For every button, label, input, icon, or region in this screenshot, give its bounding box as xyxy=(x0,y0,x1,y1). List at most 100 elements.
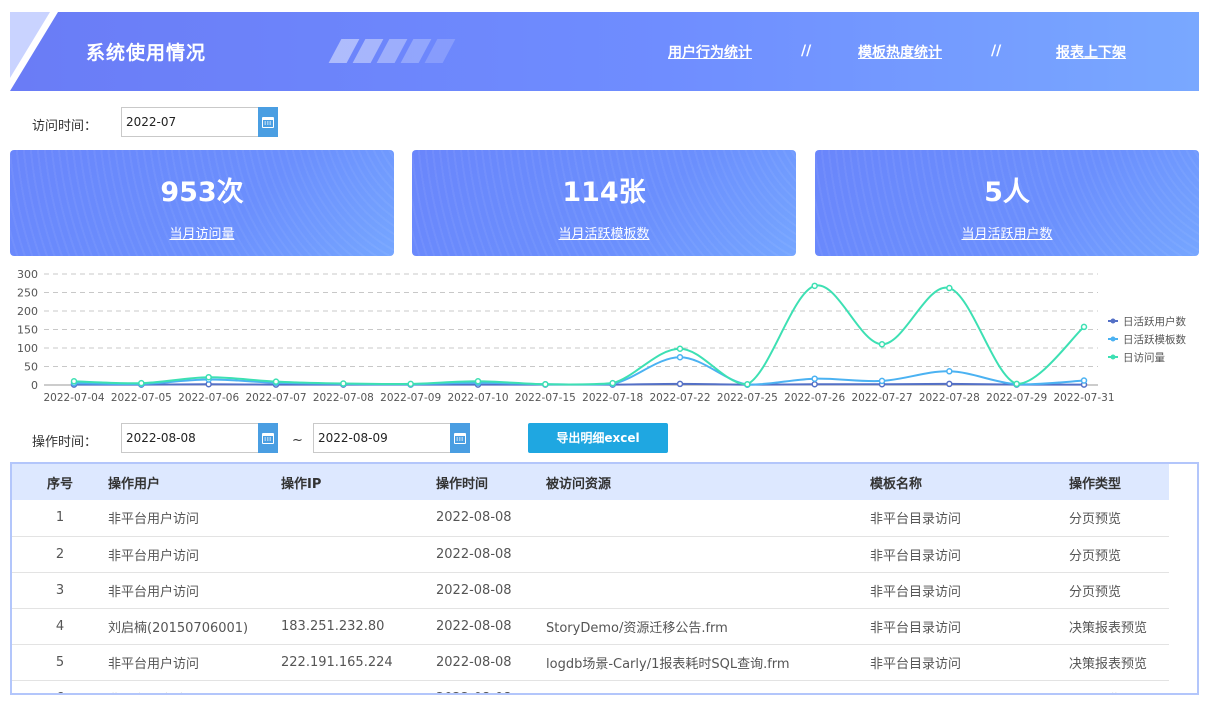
header-banner: 系统使用情况 用户行为统计 // 模板热度统计 // 报表上下架 xyxy=(10,12,1199,91)
detail-table: 序号 操作用户 操作IP 操作时间 被访问资源 模板名称 操作类型 1 非平台用户… xyxy=(12,464,1171,693)
cell-user: 非平台用户访问 xyxy=(108,680,281,693)
x-tick-label: 2022-07-26 xyxy=(784,392,845,404)
cell-template: 非平台目录访问 xyxy=(870,572,1069,609)
col-header-ip[interactable]: 操作IP xyxy=(281,464,436,500)
legend-marker xyxy=(1110,318,1116,324)
x-tick-label: 2022-07-08 xyxy=(313,392,374,404)
col-header-resource[interactable]: 被访问资源 xyxy=(546,464,870,500)
data-point xyxy=(70,378,78,385)
cell-index: 4 xyxy=(12,608,108,645)
x-tick-label: 2022-07-07 xyxy=(245,392,306,404)
legend-marker xyxy=(1110,336,1116,342)
col-header-op-type[interactable]: 操作类型 xyxy=(1069,464,1171,500)
cell-ip xyxy=(281,572,436,609)
legend-marker xyxy=(1110,354,1116,360)
start-calendar-button[interactable] xyxy=(258,423,278,453)
table-header-row: 序号 操作用户 操作IP 操作时间 被访问资源 模板名称 操作类型 xyxy=(12,464,1171,500)
cell-index: 3 xyxy=(12,572,108,609)
op-time-label: 操作时间： xyxy=(32,435,98,450)
banner-stripes-decoration xyxy=(325,39,485,63)
cell-ip xyxy=(281,680,436,693)
end-calendar-button[interactable] xyxy=(450,423,470,453)
col-header-index[interactable]: 序号 xyxy=(12,464,108,500)
nav-report-shelf[interactable]: 报表上下架 xyxy=(1056,42,1126,62)
stat-caption-link[interactable]: 当月活跃模板数 xyxy=(412,223,796,242)
table-row[interactable]: 6非平台用户访问 2022-08-08 非平台目录访问分页预览 xyxy=(12,680,1171,693)
y-tick-label: 200 xyxy=(17,305,38,318)
data-point xyxy=(609,379,616,387)
x-tick-label: 2022-07-28 xyxy=(919,392,980,404)
x-tick-label: 2022-07-31 xyxy=(1053,392,1114,404)
cell-time: 2022-08-08 xyxy=(436,608,546,645)
col-header-template[interactable]: 模板名称 xyxy=(870,464,1069,500)
series-line xyxy=(73,284,1085,386)
cell-ip: 183.251.232.80 xyxy=(281,608,436,645)
data-point xyxy=(407,380,414,388)
cell-ip xyxy=(281,500,436,537)
legend-label: 日访问量 xyxy=(1123,351,1165,364)
cell-user: 非平台用户访问 xyxy=(108,536,281,573)
data-point xyxy=(811,282,818,290)
op-end-date-input[interactable]: 2022-08-09 xyxy=(313,423,451,453)
series-line xyxy=(73,356,1085,386)
table-row[interactable]: 5 非平台用户访问 222.191.165.224 2022-08-08 logdb场景… xyxy=(12,644,1171,681)
table-row[interactable]: 3 非平台用户访问 2022-08-08 非平台目录访问 分页预览 xyxy=(12,572,1171,609)
stat-card-templates: 114张 当月活跃模板数 xyxy=(412,150,796,256)
banner-corner-accent xyxy=(10,12,50,78)
cell-op-type: 决策报表预览 xyxy=(1069,644,1171,681)
data-point xyxy=(340,380,347,387)
stat-caption-link[interactable]: 当月访问量 xyxy=(10,223,394,242)
nav-user-behavior[interactable]: 用户行为统计 xyxy=(668,42,752,62)
cell-template: 非平台目录访问 xyxy=(870,680,1069,693)
table-row[interactable]: 1 非平台用户访问 2022-08-08 非平台目录访问 分页预览 xyxy=(12,500,1171,537)
data-point xyxy=(676,380,684,388)
nav-template-heat[interactable]: 模板热度统计 xyxy=(858,42,942,62)
data-point xyxy=(811,375,818,382)
calendar-icon xyxy=(262,116,274,128)
stat-value: 953次 xyxy=(160,177,244,208)
data-point xyxy=(811,381,818,388)
data-point xyxy=(1080,323,1088,331)
page-title: 系统使用情况 xyxy=(86,42,207,64)
cell-ip: 222.191.165.224 xyxy=(281,644,436,681)
cell-index: 6 xyxy=(12,680,108,693)
y-tick-label: 100 xyxy=(17,342,38,355)
cell-op-type: 分页预览 xyxy=(1069,536,1171,573)
y-tick-label: 50 xyxy=(24,361,38,374)
col-header-time[interactable]: 操作时间 xyxy=(436,464,546,500)
stat-card-users: 5人 当月活跃用户数 xyxy=(815,150,1199,256)
data-point xyxy=(878,341,886,348)
table-row[interactable]: 4 刘启楠(20150706001) 183.251.232.80 2022-08-0… xyxy=(12,608,1171,645)
data-point xyxy=(878,377,886,385)
y-tick-label: 300 xyxy=(17,268,38,281)
data-point xyxy=(474,378,482,385)
visit-calendar-button[interactable] xyxy=(258,107,278,137)
stat-caption-link[interactable]: 当月活跃用户数 xyxy=(815,223,1199,242)
cell-resource xyxy=(546,572,870,609)
data-point xyxy=(946,284,953,292)
x-tick-label: 2022-07-15 xyxy=(515,392,576,404)
x-tick-label: 2022-07-27 xyxy=(851,392,912,404)
cell-time: 2022-08-08 xyxy=(436,500,546,537)
legend-label: 日活跃模板数 xyxy=(1123,333,1186,346)
cell-resource xyxy=(546,536,870,573)
nav-separator: // xyxy=(801,43,812,59)
cell-op-type: 分页预览 xyxy=(1069,500,1171,537)
table-scroll-gutter xyxy=(1169,464,1197,693)
x-tick-label: 2022-07-09 xyxy=(380,392,441,404)
export-excel-button[interactable]: 导出明细excel xyxy=(528,423,668,453)
col-header-user[interactable]: 操作用户 xyxy=(108,464,281,500)
table-row[interactable]: 2 非平台用户访问 2022-08-08 非平台目录访问 分页预览 xyxy=(12,536,1171,573)
data-point xyxy=(946,368,953,375)
calendar-icon xyxy=(454,432,466,444)
data-point xyxy=(272,378,280,385)
cell-resource xyxy=(546,500,870,537)
cell-user: 刘启楠(20150706001) xyxy=(108,608,281,645)
y-tick-label: 150 xyxy=(17,324,38,337)
cell-resource xyxy=(546,680,870,693)
cell-template: 非平台目录访问 xyxy=(870,608,1069,645)
visit-month-input[interactable]: 2022-07 xyxy=(121,107,259,137)
op-start-date-input[interactable]: 2022-08-08 xyxy=(121,423,259,453)
stat-card-visits: 953次 当月访问量 xyxy=(10,150,394,256)
daily-usage-line-chart: 0 50 100 150 200 250 300 2022-07-04 2022-07-05 20… xyxy=(17,268,1186,404)
